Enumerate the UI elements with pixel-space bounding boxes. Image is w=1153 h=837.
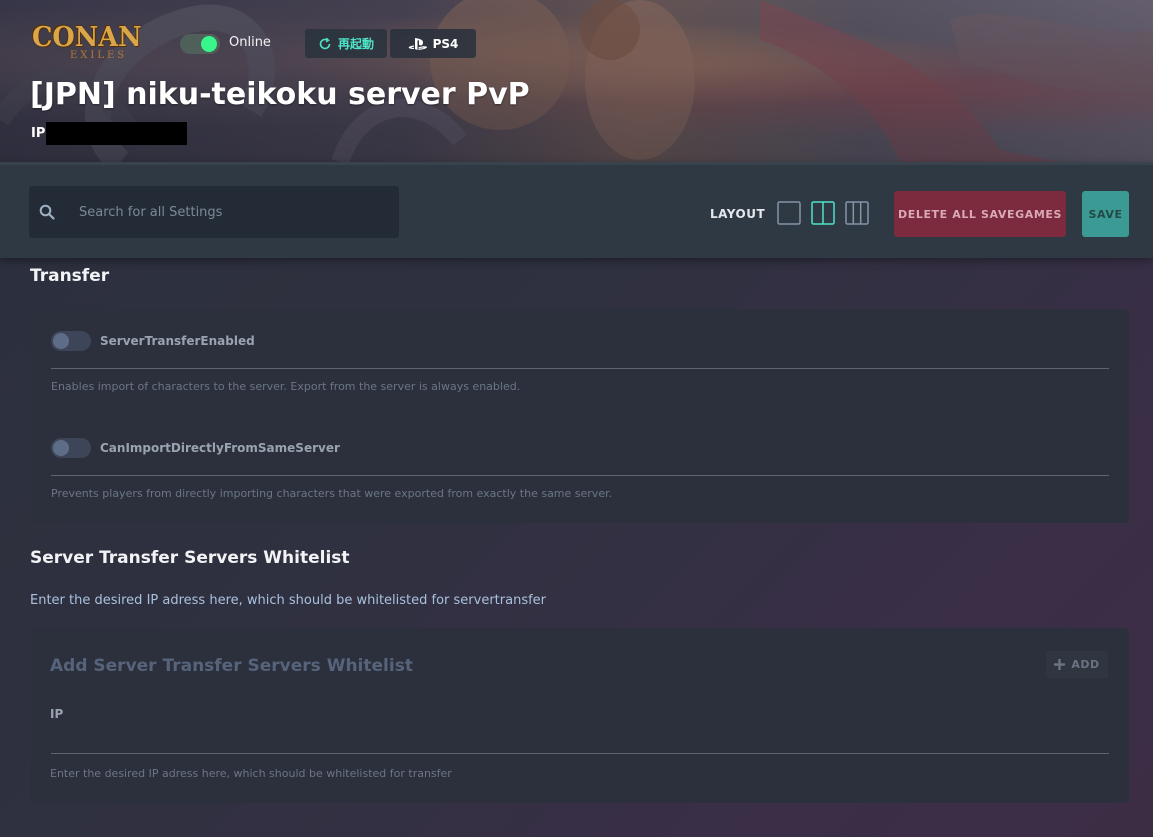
save-button[interactable]: SAVE bbox=[1082, 191, 1129, 237]
can-import-directly-toggle[interactable] bbox=[51, 438, 91, 458]
refresh-icon bbox=[319, 37, 331, 49]
whitelist-section-title: Server Transfer Servers Whitelist bbox=[30, 548, 350, 568]
toggle-knob bbox=[53, 333, 69, 349]
setting-description: Prevents players from directly importing… bbox=[51, 487, 613, 500]
ip-field-label: IP bbox=[50, 707, 64, 721]
whitelist-section-description: Enter the desired IP adress here, which … bbox=[30, 593, 547, 608]
add-whitelist-button[interactable]: ADD bbox=[1046, 651, 1108, 678]
ip-field-help: Enter the desired IP adress here, which … bbox=[50, 767, 452, 780]
setting-name: ServerTransferEnabled bbox=[100, 334, 255, 348]
layout-two-column-icon[interactable] bbox=[811, 201, 835, 225]
server-name-title: [JPN] niku-teikoku server PvP bbox=[30, 77, 530, 112]
plus-icon bbox=[1054, 659, 1066, 670]
setting-name: CanImportDirectlyFromSameServer bbox=[100, 441, 340, 455]
playstation-icon bbox=[408, 37, 427, 50]
platform-label: PS4 bbox=[432, 36, 459, 51]
layout-three-column-icon[interactable] bbox=[845, 201, 869, 225]
server-online-toggle[interactable] bbox=[180, 34, 220, 54]
settings-toolbar: LAYOUT DELETE ALL SAVEGAMES SAVE bbox=[0, 162, 1153, 258]
server-transfer-enabled-toggle[interactable] bbox=[51, 331, 91, 351]
whitelist-card-title: Add Server Transfer Servers Whitelist bbox=[50, 656, 413, 676]
platform-badge: PS4 bbox=[390, 29, 476, 58]
toggle-knob bbox=[201, 36, 217, 52]
setting-description: Enables import of characters to the serv… bbox=[51, 380, 521, 393]
server-status-label: Online bbox=[229, 35, 271, 50]
transfer-section-title: Transfer bbox=[30, 266, 110, 286]
server-header-banner: CONAN EXILES Online 再起動 PS4 [JPN] niku-t… bbox=[0, 0, 1153, 162]
ip-input[interactable] bbox=[51, 724, 1109, 754]
logo-sub-text: EXILES bbox=[70, 50, 128, 61]
ip-redacted-box bbox=[46, 122, 187, 145]
settings-search-input[interactable] bbox=[69, 186, 389, 238]
divider bbox=[51, 475, 1109, 476]
delete-all-savegames-button[interactable]: DELETE ALL SAVEGAMES bbox=[894, 191, 1066, 237]
whitelist-add-card: Add Server Transfer Servers Whitelist AD… bbox=[30, 628, 1129, 803]
restart-button[interactable]: 再起動 bbox=[305, 29, 387, 58]
settings-search-box[interactable] bbox=[29, 186, 399, 238]
transfer-settings-card: ServerTransferEnabled Enables import of … bbox=[30, 309, 1129, 523]
toggle-knob bbox=[53, 440, 69, 456]
restart-button-label: 再起動 bbox=[337, 37, 374, 51]
search-icon bbox=[39, 204, 55, 220]
layout-single-column-icon[interactable] bbox=[777, 201, 801, 225]
conan-exiles-logo: CONAN EXILES bbox=[32, 24, 160, 62]
divider bbox=[51, 368, 1109, 369]
layout-label: LAYOUT bbox=[710, 207, 766, 221]
logo-brand-text: CONAN bbox=[32, 22, 142, 53]
add-button-label: ADD bbox=[1071, 658, 1100, 671]
